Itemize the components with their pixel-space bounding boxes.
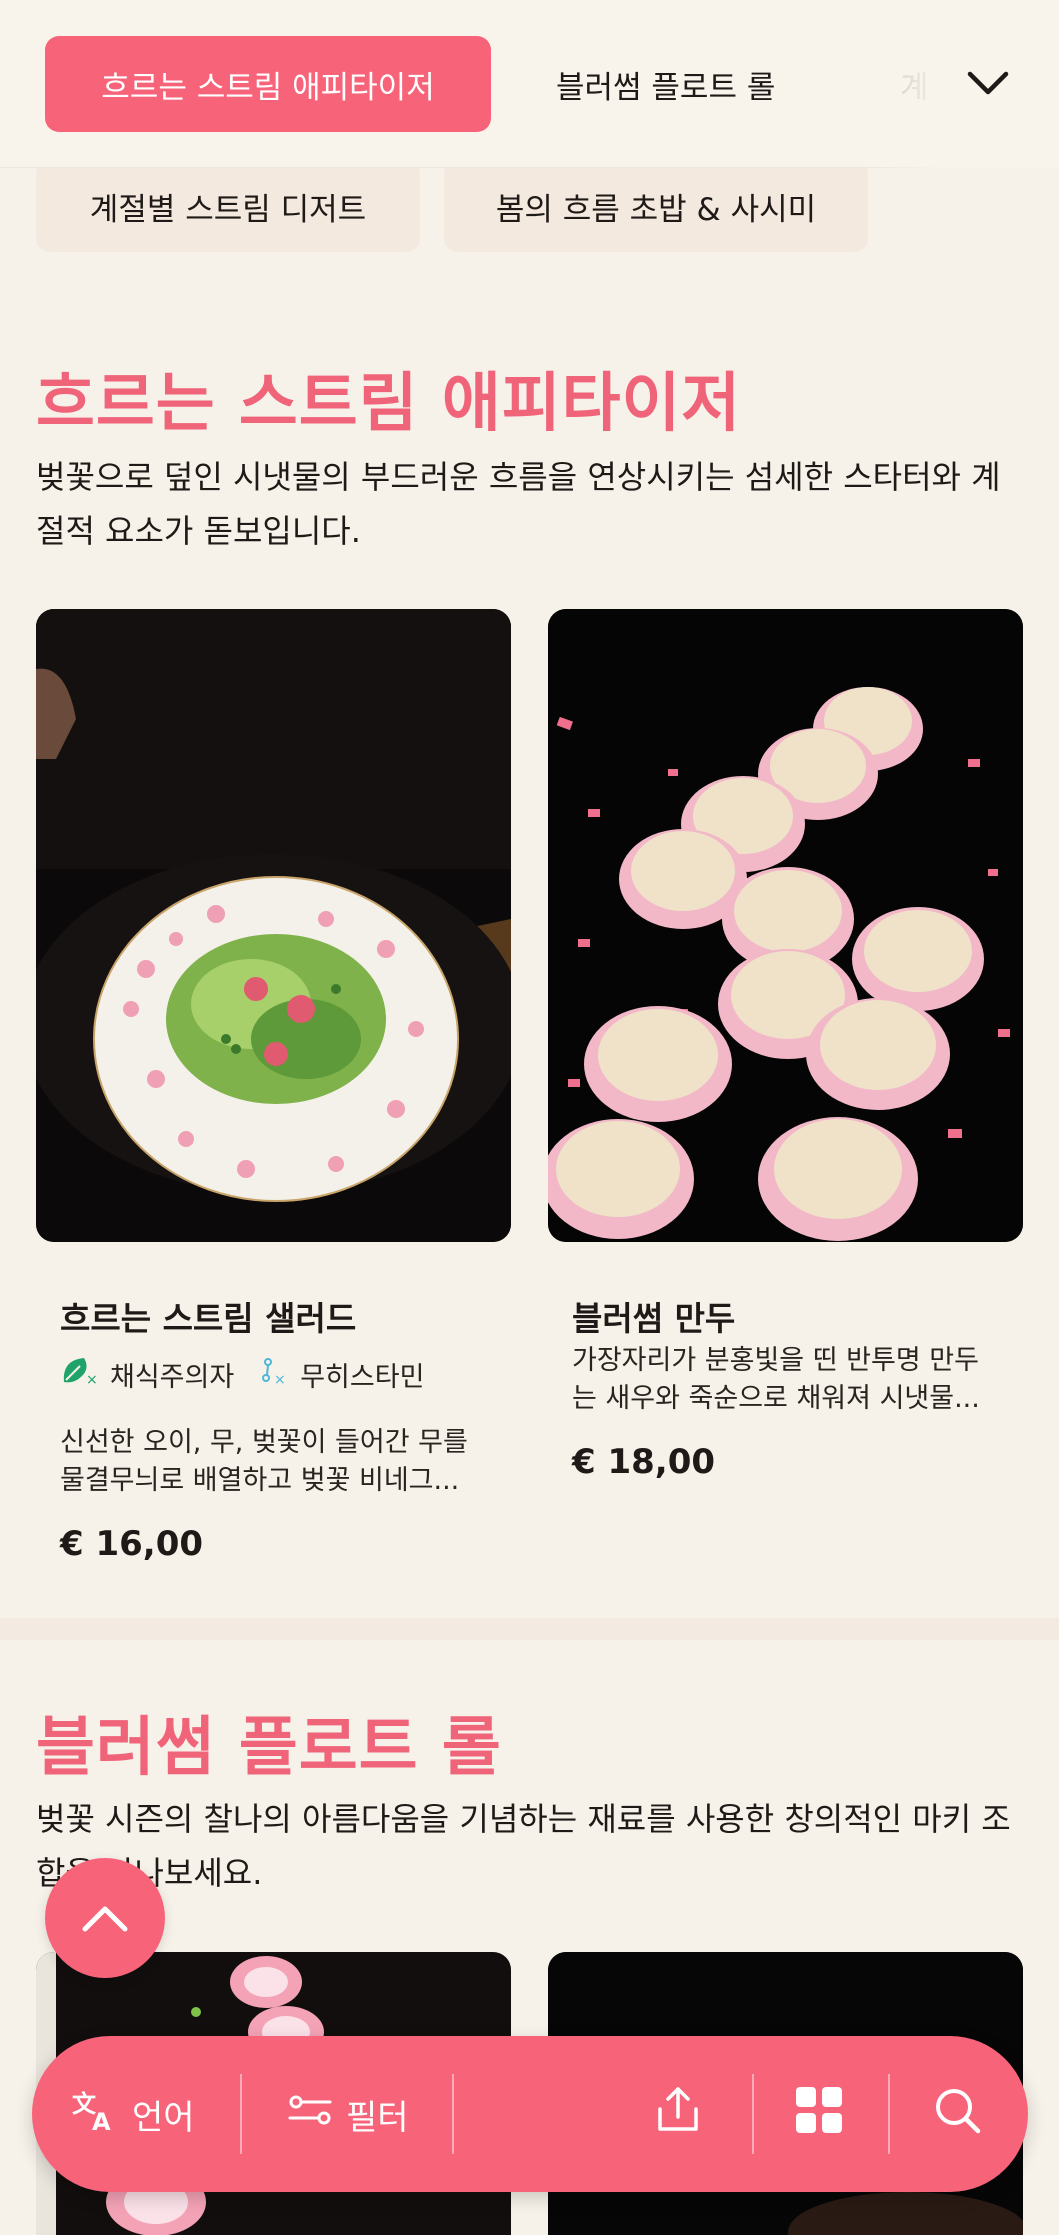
category-chip-sushi[interactable]: 봄의 흐름 초밥 & 사시미 — [444, 160, 868, 252]
item-description: 가장자리가 분홍빛을 띤 반투명 만두 는 새우와 죽순으로 채워져 시냇물..… — [572, 1342, 980, 1418]
chevron-up-icon — [82, 1906, 128, 1932]
filter-button[interactable]: 필터 — [288, 2036, 409, 2192]
histamine-free-label: 무히스타민 — [300, 1362, 425, 1393]
search-button[interactable] — [932, 2036, 982, 2192]
vegetarian-label: 채식주의자 — [110, 1362, 235, 1393]
category-tab-active[interactable]: 흐르는 스트림 애피타이저 — [45, 36, 491, 132]
category-bar: 흐르는 스트림 애피타이저 블러썸 플로트 롤 계 — [0, 0, 1059, 168]
section-divider — [0, 1618, 1059, 1640]
grid-icon — [794, 2085, 844, 2144]
dumpling-image[interactable] — [548, 609, 1023, 1242]
svg-text:A: A — [92, 2108, 111, 2132]
search-icon — [932, 2085, 982, 2144]
scroll-to-top-button[interactable] — [45, 1858, 165, 1978]
item-name[interactable]: 블러썸 만두 — [572, 1292, 735, 1340]
item-description-line: 물결무늬로 배열하고 벚꽃 비네그... — [60, 1465, 460, 1496]
share-button[interactable] — [654, 2036, 702, 2192]
item-description-line: 신선한 오이, 무, 벚꽃이 들어간 무를 — [60, 1427, 468, 1458]
category-tab-blossom-rolls[interactable]: 블러썸 플로트 롤 — [556, 36, 775, 132]
grid-view-button[interactable] — [794, 2036, 844, 2192]
language-label: 언어 — [132, 2097, 195, 2138]
filter-icon — [288, 2093, 332, 2136]
molecule-icon: × — [258, 1354, 290, 1395]
item-description-line: 가장자리가 분홍빛을 띤 반투명 만두 — [572, 1345, 979, 1376]
share-icon — [654, 2085, 702, 2144]
svg-text:×: × — [86, 1372, 98, 1388]
histamine-free-tag: × 무히스타민 — [258, 1354, 424, 1395]
separator — [752, 2074, 754, 2154]
item-description: 신선한 오이, 무, 벚꽃이 들어간 무를 물결무늬로 배열하고 벚꽃 비네그.… — [60, 1424, 468, 1500]
language-button[interactable]: 文A 언어 — [72, 2036, 195, 2192]
item-price: € 16,00 — [60, 1524, 204, 1564]
filter-label: 필터 — [346, 2097, 409, 2138]
section-description: 벚꽃 시즌의 찰나의 아름다움을 기념하는 재료를 사용한 창의적인 마키 조합… — [36, 1800, 1011, 1892]
diet-tags: × 채식주의자 × 무히스타민 — [60, 1354, 424, 1395]
translate-icon: 文A — [72, 2088, 118, 2141]
svg-text:×: × — [274, 1372, 286, 1388]
section-title: 흐르는 스트림 애피타이저 — [36, 367, 742, 441]
separator — [888, 2074, 890, 2154]
separator — [240, 2074, 242, 2154]
section-description: 벚꽃으로 덮인 시냇물의 부드러운 흐름을 연상시키는 섬세한 스타터와 계절적… — [36, 458, 1001, 550]
vegetarian-tag: × 채식주의자 — [60, 1354, 234, 1395]
leaf-icon: × — [60, 1354, 100, 1395]
chevron-down-icon[interactable] — [960, 56, 1016, 112]
bottom-action-bar: 文A 언어 필터 — [32, 2036, 1028, 2192]
item-name[interactable]: 흐르는 스트림 샐러드 — [60, 1292, 356, 1340]
section-title: 블러썸 플로트 롤 — [36, 1711, 502, 1785]
separator — [452, 2074, 454, 2154]
item-price: € 18,00 — [572, 1442, 716, 1482]
salad-image[interactable] — [36, 609, 511, 1242]
item-description-line: 는 새우와 죽순으로 채워져 시냇물... — [572, 1383, 980, 1414]
category-chip-desserts[interactable]: 계절별 스트림 디저트 — [36, 160, 420, 252]
